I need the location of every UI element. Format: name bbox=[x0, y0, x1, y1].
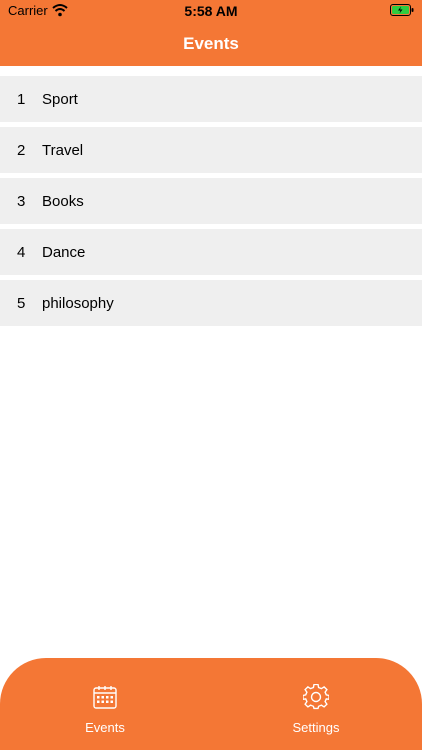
item-number: 4 bbox=[17, 243, 26, 261]
list-item[interactable]: 5 philosophy bbox=[0, 280, 422, 326]
status-time: 5:58 AM bbox=[184, 3, 238, 19]
item-number: 1 bbox=[17, 90, 26, 108]
navigation-bar: Events bbox=[0, 22, 422, 66]
tab-events[interactable]: Events bbox=[50, 684, 160, 735]
event-list: 1 Sport 2 Travel 3 Books 4 Dance 5 philo… bbox=[0, 76, 422, 331]
list-item[interactable]: 2 Travel bbox=[0, 127, 422, 173]
item-label: Books bbox=[42, 192, 84, 210]
tab-settings[interactable]: Settings bbox=[261, 684, 371, 735]
item-number: 3 bbox=[17, 192, 26, 210]
list-item[interactable]: 4 Dance bbox=[0, 229, 422, 275]
item-label: philosophy bbox=[42, 294, 114, 312]
calendar-icon bbox=[93, 686, 117, 709]
gear-icon bbox=[303, 684, 329, 710]
item-number: 5 bbox=[17, 294, 26, 312]
list-item[interactable]: 3 Books bbox=[0, 178, 422, 224]
tab-bar: Events Settings bbox=[0, 658, 422, 750]
battery-icon bbox=[390, 4, 414, 16]
page-title: Events bbox=[183, 34, 239, 53]
tab-events-label: Events bbox=[85, 720, 125, 735]
tab-settings-label: Settings bbox=[292, 720, 340, 735]
status-bar: Carrier 5:58 AM bbox=[0, 0, 422, 22]
item-label: Dance bbox=[42, 243, 86, 261]
item-number: 2 bbox=[17, 141, 26, 159]
item-label: Sport bbox=[42, 90, 78, 108]
list-item[interactable]: 1 Sport bbox=[0, 76, 422, 122]
item-label: Travel bbox=[42, 141, 84, 159]
